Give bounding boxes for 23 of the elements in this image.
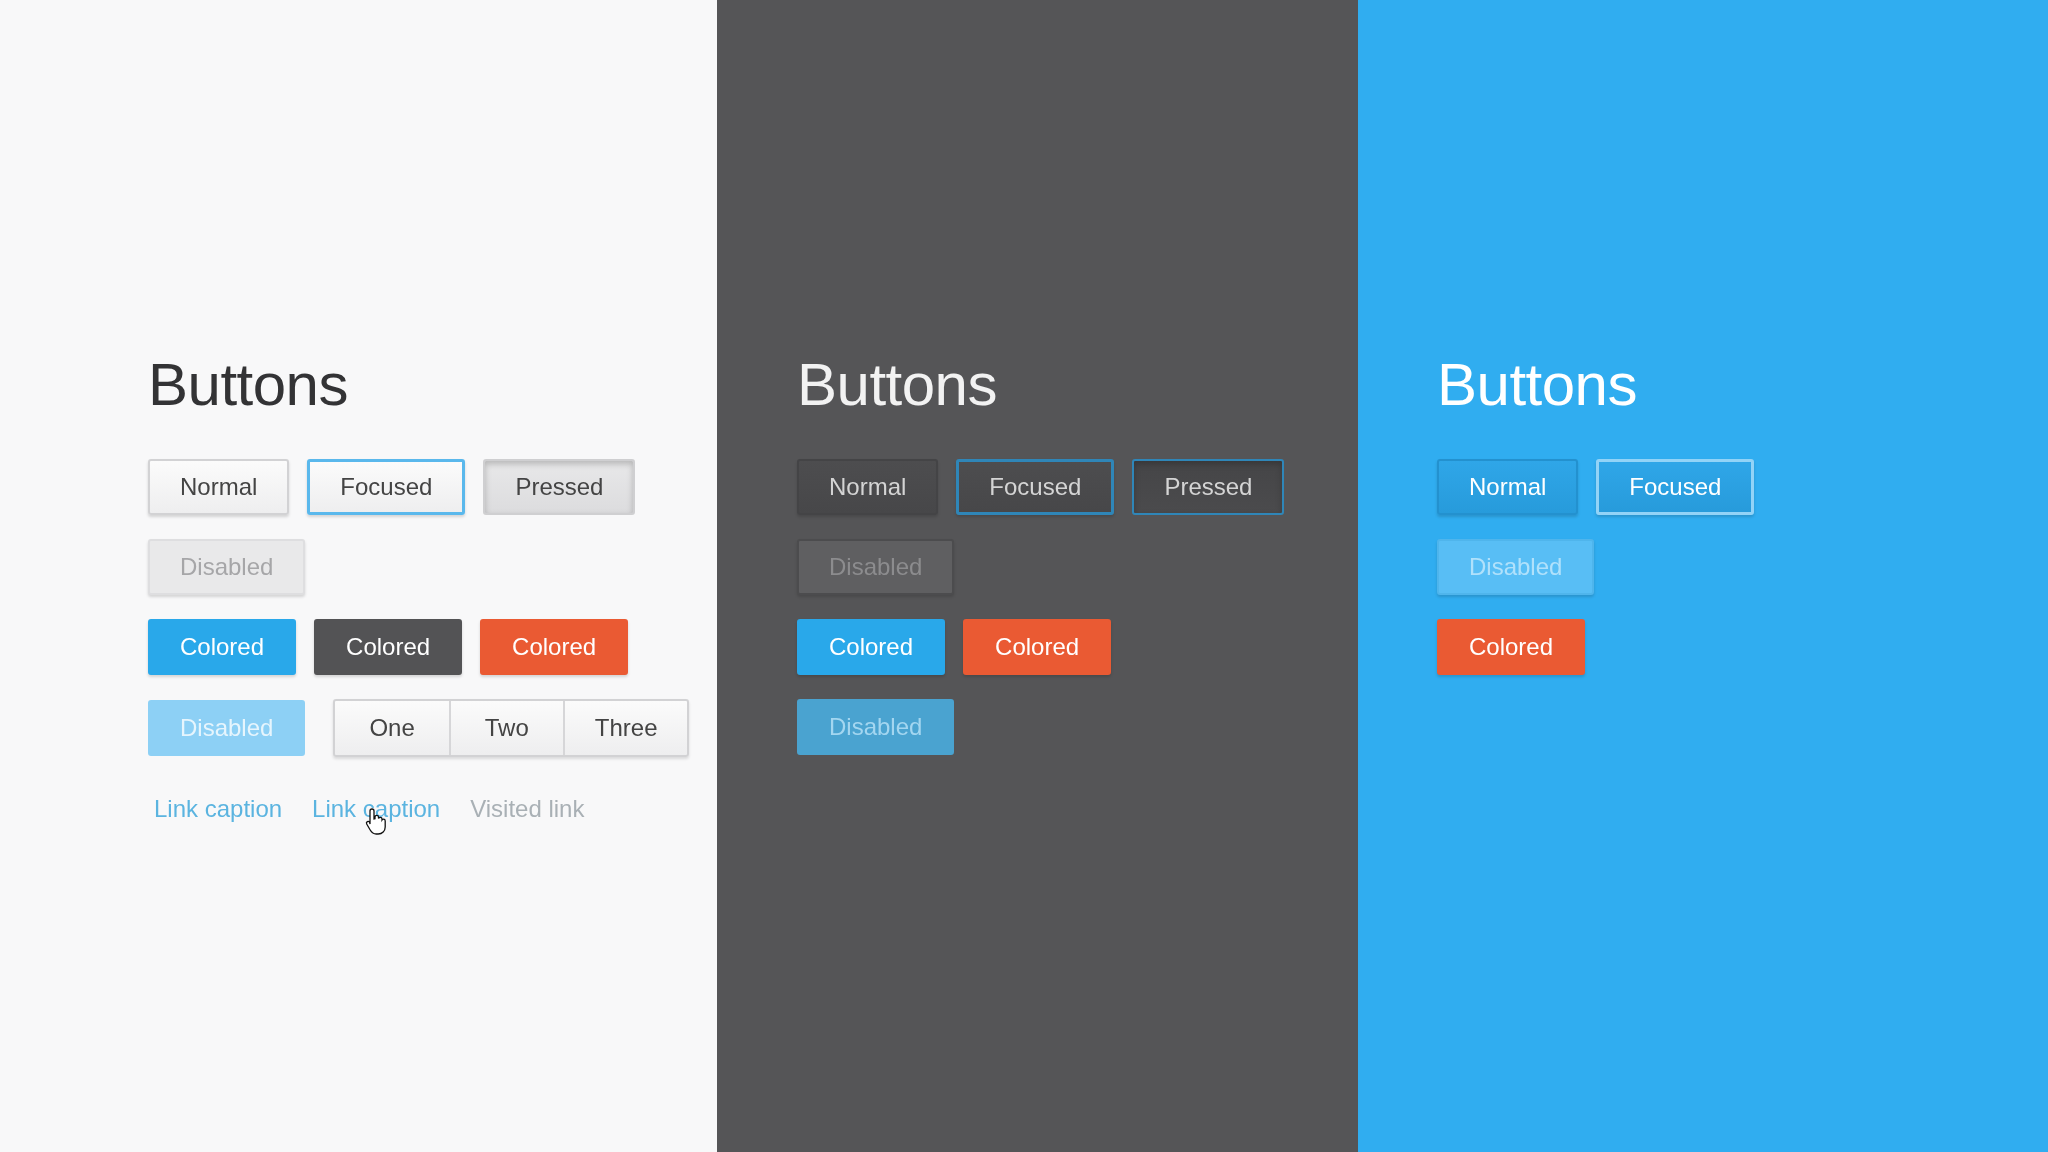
visited-link[interactable]: Visited link — [470, 795, 585, 823]
link[interactable]: Link caption — [154, 795, 283, 823]
button[interactable]: Focused — [1596, 459, 1755, 515]
button[interactable]: Pressed — [483, 459, 636, 515]
link[interactable]: Link caption — [312, 795, 441, 823]
colored-button[interactable]: Colored — [1437, 619, 1586, 675]
button[interactable]: Pressed — [1132, 459, 1285, 515]
colored-button[interactable]: Colored — [148, 619, 297, 675]
button[interactable]: Focused — [307, 459, 466, 515]
section-title: Buttons — [797, 350, 998, 420]
button[interactable]: Normal — [148, 459, 290, 515]
segment-button[interactable]: Three — [562, 701, 688, 755]
segment-button[interactable]: Two — [448, 701, 563, 755]
button[interactable]: Normal — [1437, 459, 1579, 515]
segment-button[interactable]: One — [335, 701, 449, 755]
section-title: Buttons — [1437, 350, 1638, 420]
button[interactable]: Focused — [956, 459, 1115, 515]
colored-button[interactable]: Colored — [314, 619, 463, 675]
colored-button[interactable]: Colored — [797, 619, 946, 675]
colored-button[interactable]: Colored — [963, 619, 1112, 675]
section-title: Buttons — [148, 350, 349, 420]
colored-button[interactable]: Colored — [480, 619, 629, 675]
button[interactable]: Normal — [797, 459, 939, 515]
